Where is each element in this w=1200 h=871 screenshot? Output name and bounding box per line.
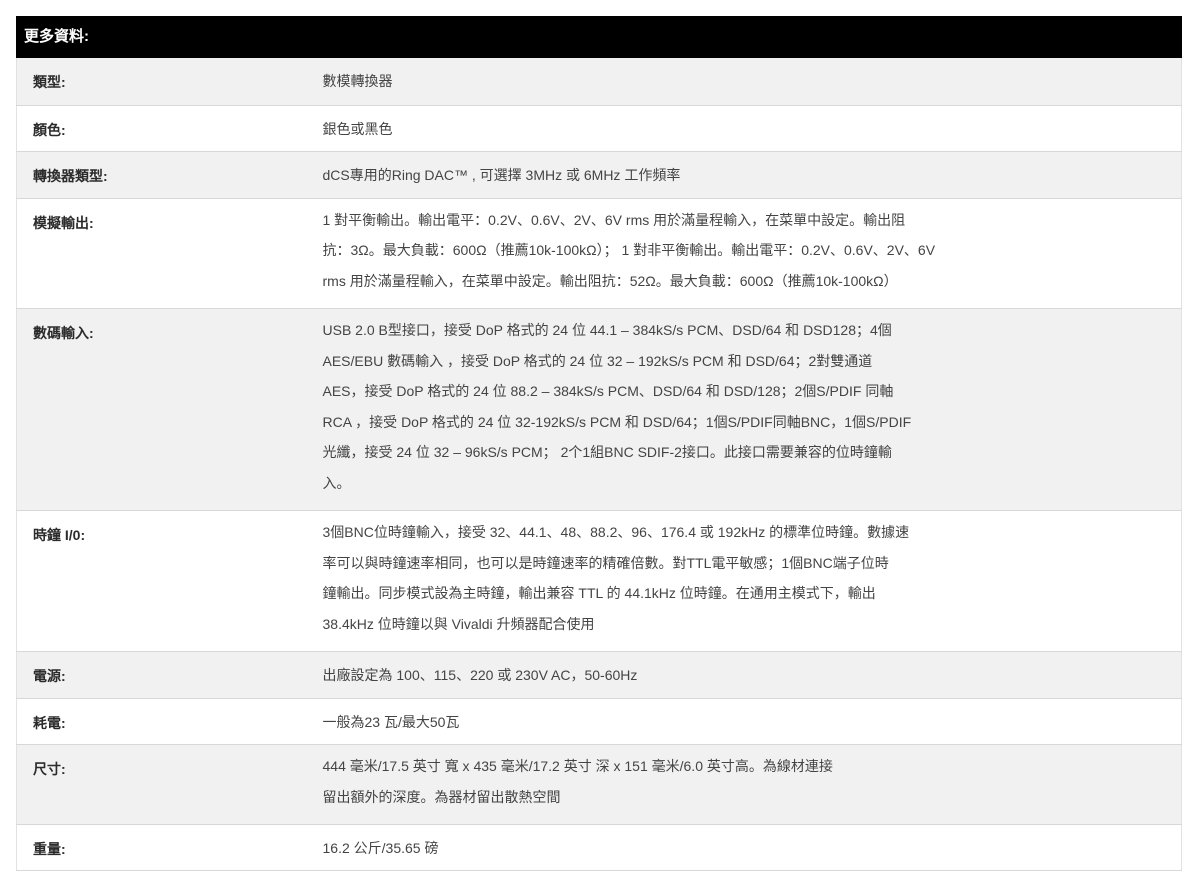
spec-value-line: 444 毫米/17.5 英寸 寬 x 435 毫米/17.2 英寸 深 x 15… (322, 758, 833, 774)
spec-value: USB 2.0 B型接口，接受 DoP 格式的 24 位 44.1 – 384k… (306, 308, 1182, 511)
spec-row: 時鐘 I/0: 3個BNC位時鐘輸入，接受 32、44.1、48、88.2、96、… (16, 510, 1182, 652)
section-header: 更多資料: (16, 16, 1182, 58)
spec-value-line: 鐘輸出。同步模式設為主時鐘，輸出兼容 TTL 的 44.1kHz 位時鐘。在通用… (322, 585, 876, 601)
spec-value: 一般為23 瓦/最大50瓦 (306, 698, 1182, 745)
spec-label: 電源: (16, 651, 307, 699)
spec-value: 數模轉換器 (306, 58, 1182, 106)
spec-row: 電源: 出廠設定為 100、115、220 或 230V AC，50-60Hz (16, 651, 1182, 699)
spec-label: 耗電: (16, 698, 307, 745)
spec-row: 重量: 16.2 公斤/35.65 磅 (16, 824, 1182, 871)
spec-value-line: 1 對平衡輸出。輸出電平：0.2V、0.6V、2V、6V rms 用於滿量程輸入… (322, 211, 906, 228)
spec-label: 模擬輸出: (16, 198, 307, 309)
specs-table: 類型: 數模轉換器 顏色: 銀色或黑色 轉換器類型: dCS專用的Ring DAC™ , … (16, 58, 1182, 871)
spec-row: 模擬輸出: 1 對平衡輸出。輸出電平：0.2V、0.6V、2V、6V rms 用於… (16, 198, 1182, 309)
spec-value-line: RCA ，接受 DoP 格式的 24 位 32-192kS/s PCM 和 DS… (322, 413, 912, 430)
spec-row: 顏色: 銀色或黑色 (16, 105, 1182, 152)
spec-row: 轉換器類型: dCS專用的Ring DAC™ , 可選擇 3MHz 或 6MHz … (16, 151, 1182, 199)
spec-label: 重量: (16, 824, 307, 871)
spec-value-line: AES/EBU 數碼輸入 ，接受 DoP 格式的 24 位 32 – 192kS… (322, 352, 873, 369)
specs-table-body: 類型: 數模轉換器 顏色: 銀色或黑色 轉換器類型: dCS專用的Ring DAC™ , … (16, 58, 1182, 871)
spec-label: 數碼輸入: (16, 308, 307, 511)
spec-value-line: 留出額外的深度。為器材留出散熱空間 (322, 788, 561, 805)
spec-row: 尺寸: 444 毫米/17.5 英寸 寬 x 435 毫米/17.2 英寸 深 x… (16, 744, 1182, 825)
spec-value: 1 對平衡輸出。輸出電平：0.2V、0.6V、2V、6V rms 用於滿量程輸入… (306, 198, 1182, 309)
spec-value-line: 3個BNC位時鐘輸入，接受 32、44.1、48、88.2、96、176.4 或… (322, 524, 910, 540)
spec-value: 16.2 公斤/35.65 磅 (306, 824, 1182, 871)
spec-row: 耗電: 一般為23 瓦/最大50瓦 (16, 698, 1182, 745)
spec-value-line: rms 用於滿量程輸入，在菜單中設定。輸出阻抗：52Ω。最大負載：600Ω（推薦… (322, 272, 898, 289)
spec-value: 444 毫米/17.5 英寸 寬 x 435 毫米/17.2 英寸 深 x 15… (306, 744, 1182, 825)
spec-value-line: 率可以與時鐘速率相同，也可以是時鐘速率的精確倍數。對TTL電平敏感；1個BNC端… (322, 554, 889, 571)
spec-value-line: 光纖，接受 24 位 32 – 96kS/s PCM； 2个1組BNC SDIF… (322, 444, 892, 460)
spec-value: 銀色或黑色 (306, 105, 1182, 152)
spec-value: 出廠設定為 100、115、220 或 230V AC，50-60Hz (306, 651, 1182, 699)
spec-label: 類型: (16, 58, 307, 106)
spec-value-line: USB 2.0 B型接口，接受 DoP 格式的 24 位 44.1 – 384k… (322, 322, 892, 338)
spec-value-line: 出廠設定為 100、115、220 或 230V AC，50-60Hz (322, 667, 638, 683)
spec-value-line: dCS專用的Ring DAC™ , 可選擇 3MHz 或 6MHz 工作頻率 (322, 166, 681, 183)
spec-label: 顏色: (16, 105, 307, 152)
spec-value-line: 16.2 公斤/35.65 磅 (322, 840, 439, 856)
spec-value: 3個BNC位時鐘輸入，接受 32、44.1、48、88.2、96、176.4 或… (306, 510, 1182, 652)
spec-value: dCS專用的Ring DAC™ , 可選擇 3MHz 或 6MHz 工作頻率 (306, 151, 1182, 199)
spec-value-line: 銀色或黑色 (322, 120, 393, 137)
spec-label: 時鐘 I/0: (16, 510, 307, 652)
spec-value-line: 一般為23 瓦/最大50瓦 (322, 714, 460, 730)
spec-row: 數碼輸入: USB 2.0 B型接口，接受 DoP 格式的 24 位 44.1 –… (16, 308, 1182, 511)
spec-value-line: 抗：3Ω。最大負載：600Ω（推薦10k-100kΩ）； 1 對非平衡輸出。輸出… (322, 242, 936, 258)
spec-label: 尺寸: (16, 744, 307, 825)
spec-label: 轉換器類型: (16, 151, 307, 199)
spec-value-line: AES，接受 DoP 格式的 24 位 88.2 – 384kS/s PCM、D… (322, 383, 894, 399)
specs-panel: 更多資料: 類型: 數模轉換器 顏色: 銀色或黑色 轉換器類型: dCS專用的Ring D… (16, 16, 1182, 871)
spec-value-line: 38.4kHz 位時鐘以與 Vivaldi 升頻器配合使用 (322, 615, 595, 632)
spec-value-line: 數模轉換器 (322, 73, 393, 89)
spec-row: 類型: 數模轉換器 (16, 58, 1182, 106)
spec-value-line: 入。 (322, 474, 351, 491)
